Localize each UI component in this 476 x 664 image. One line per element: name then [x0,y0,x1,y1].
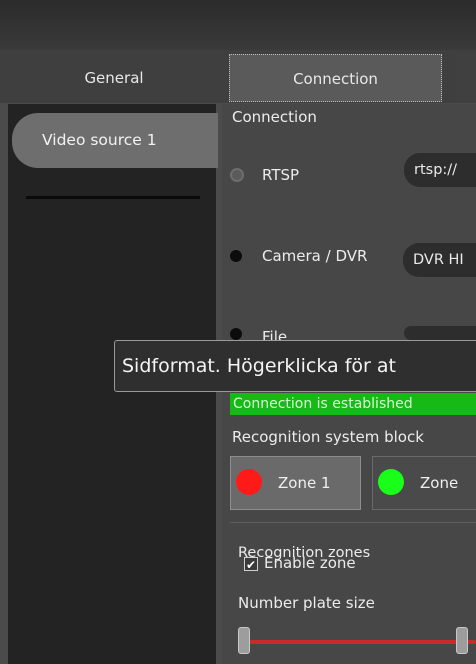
tooltip: Sidformat. Högerklicka för at [114,340,476,392]
plate-size-slider-track[interactable] [240,640,476,644]
camera-dvr-label: Camera / DVR [262,247,368,265]
file-path-input[interactable] [404,326,476,340]
tab-overflow[interactable] [456,54,476,102]
camera-dvr-radio[interactable] [230,250,242,262]
enable-zone-label: Enable zone [264,554,356,572]
connection-section-title: Connection [232,108,317,126]
green-dot-icon [378,469,404,495]
window-titlebar [0,0,476,50]
sidebar-item-video-source-1[interactable]: Video source 1 [12,113,218,168]
enable-zone-checkbox[interactable]: ✔ [244,557,258,572]
zone-2-button[interactable]: Zone [372,456,476,510]
camera-dvr-select[interactable]: DVR HI [403,243,476,277]
plate-size-min-handle[interactable] [238,627,250,654]
checkmark-icon: ✔ [245,558,257,572]
tab-connection[interactable]: Connection [229,54,442,102]
rtsp-radio[interactable] [230,168,244,182]
zone-1-button[interactable]: Zone 1 [230,456,361,510]
zone-1-label: Zone 1 [278,474,331,492]
rtsp-label: RTSP [262,166,300,184]
zone-2-label: Zone [420,474,459,492]
number-plate-size-label: Number plate size [238,594,375,612]
red-dot-icon [236,469,262,495]
plate-size-max-handle[interactable] [456,627,468,654]
sidebar-divider [26,196,200,199]
file-radio[interactable] [230,328,242,340]
connection-status: Connection is established [230,393,476,415]
rtsp-url-input[interactable]: rtsp:// [404,153,476,187]
zones-group-divider [230,522,476,523]
tab-general[interactable]: General [0,54,228,102]
recognition-block-title: Recognition system block [232,428,424,446]
